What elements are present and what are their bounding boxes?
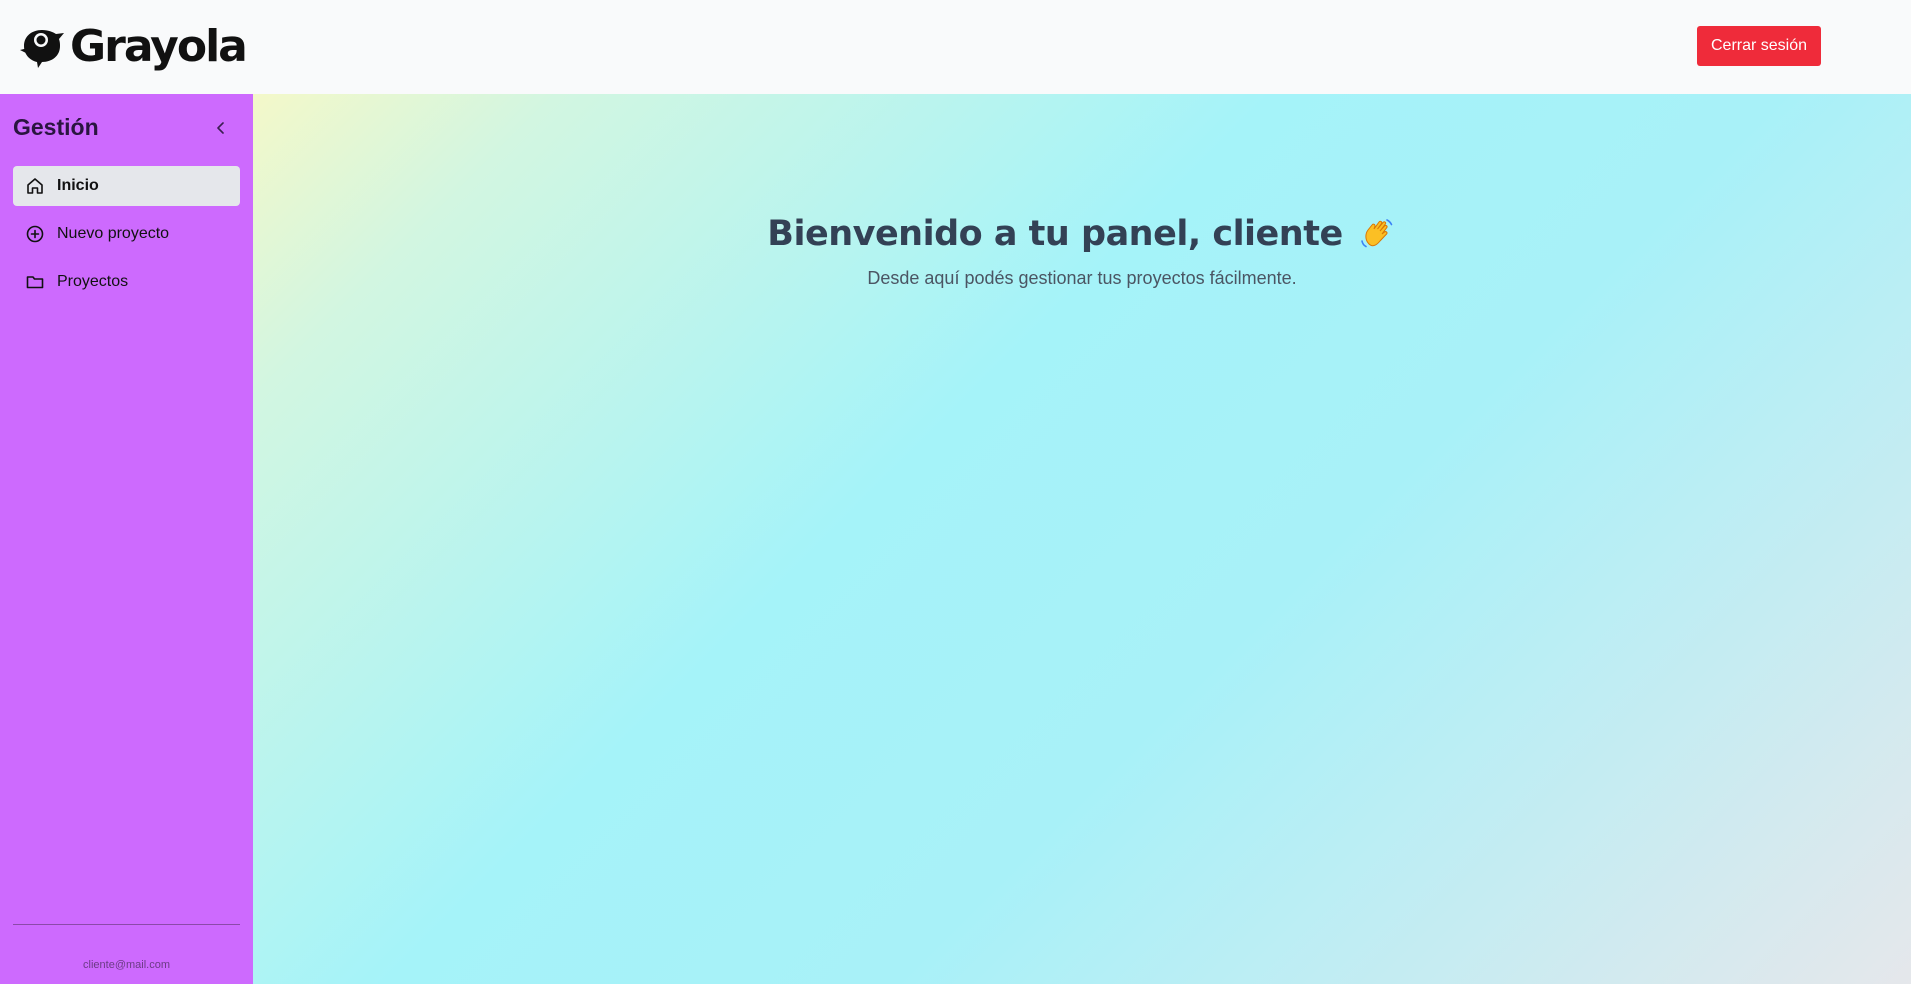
sidebar-item-label: Proyectos: [57, 273, 129, 290]
home-icon: [25, 176, 45, 196]
sidebar-footer: cliente@mail.com: [13, 924, 240, 984]
chevron-left-icon: [217, 122, 224, 134]
logout-button[interactable]: Cerrar sesión: [1697, 26, 1821, 66]
welcome-subtitle: Desde aquí podés gestionar tus proyectos…: [867, 268, 1297, 288]
user-email: cliente@mail.com: [83, 958, 170, 971]
welcome-title-text: Bienvenido a tu panel, cliente: [767, 214, 1343, 254]
welcome-section: Bienvenido a tu panel, cliente Desde aqu…: [253, 214, 1911, 289]
folder-icon: [25, 272, 45, 292]
sidebar-item-nuevo-proyecto[interactable]: Nuevo proyecto: [13, 214, 240, 254]
sidebar-header: Gestión: [0, 94, 253, 154]
waving-hand-icon: [1360, 219, 1392, 248]
sidebar-item-proyectos[interactable]: Proyectos: [13, 262, 240, 302]
main-content: Bienvenido a tu panel, cliente Desde aqu…: [253, 94, 1911, 984]
sidebar-item-label: Inicio: [57, 177, 99, 194]
brand-logo[interactable]: Grayola: [20, 17, 248, 77]
top-header: Grayola Cerrar sesión: [0, 0, 1911, 94]
bird-logo-icon: [20, 30, 64, 68]
collapse-sidebar-button[interactable]: [211, 118, 231, 138]
plus-circle-icon: [25, 224, 45, 244]
sidebar-nav: Inicio Nuevo proyecto Proyectos: [0, 166, 253, 302]
sidebar: Gestión Inicio Nuevo proyecto Proyectos …: [0, 94, 253, 984]
sidebar-item-label: Nuevo proyecto: [57, 225, 170, 242]
brand-name: Grayola: [70, 21, 248, 72]
sidebar-item-inicio[interactable]: Inicio: [13, 166, 240, 206]
page-title: Bienvenido a tu panel, cliente: [767, 214, 1396, 254]
sidebar-title: Gestión: [13, 114, 99, 140]
